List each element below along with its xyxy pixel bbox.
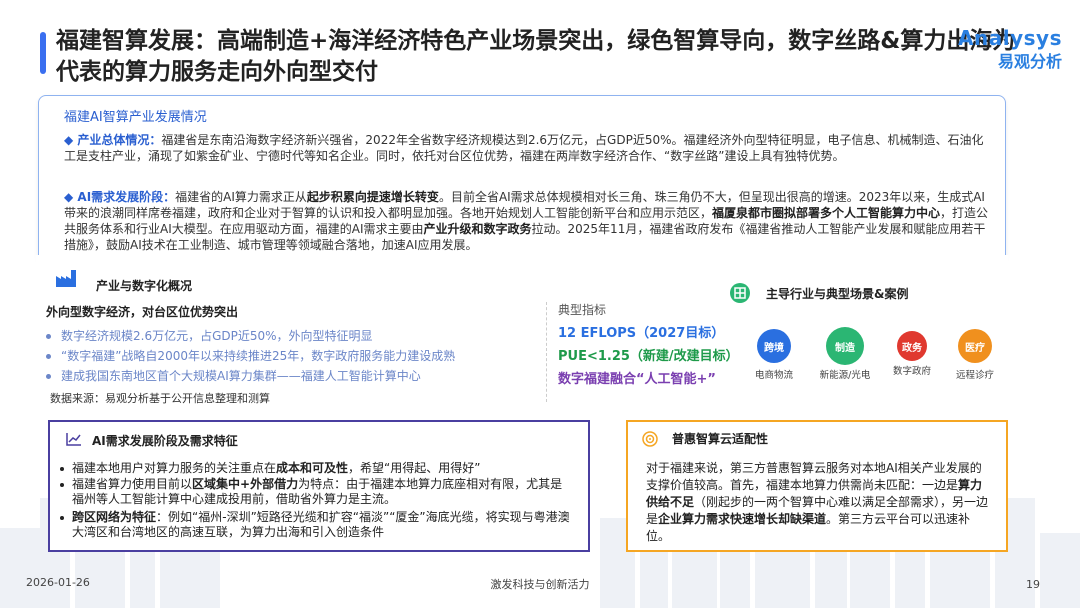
demand-b1-text-end: ，希望“用得起、用得好” bbox=[348, 461, 481, 475]
page-title: 福建智算发展：高端制造+海洋经济特色产业场景突出，绿色智算导向，数字丝路&算力出… bbox=[56, 28, 1016, 85]
indicators-heading: 典型指标 bbox=[558, 303, 607, 317]
cloud-text-a: 对于福建来说，第三方普惠智算云服务对本地AI相关产业发展的支撑价值较高。首先，福… bbox=[646, 461, 982, 492]
overview-p2-heading: ◆ AI需求发展阶段： bbox=[64, 190, 176, 204]
industry-bullet: 数字经济规模2.6万亿元，占GDP近50%，外向型特征明显 bbox=[46, 327, 373, 344]
demand-bullet-2: 福建省算力使用目前以区域集中+外部借力为特点：由于福建本地算力底座相对有限，尤其… bbox=[60, 477, 572, 507]
factory-icon bbox=[56, 270, 76, 287]
overview-p1-text: 福建省是东南沿海数字经济新兴强省，2022年全省数字经济规模达到2.6万亿元，占… bbox=[64, 133, 984, 163]
overview-p2-text-a: 福建省的AI算力需求正从 bbox=[175, 190, 307, 204]
demand-b2-bold: 区域集中+外部借力 bbox=[192, 477, 299, 491]
demand-bullet-3: 跨区网络为特征：例如“福州-深圳”短路径光缆和扩容“福淡”“厦金”海底光缆，将实… bbox=[60, 510, 572, 540]
scene-label-crossborder: 电商物流 bbox=[754, 370, 793, 381]
target-icon bbox=[642, 431, 658, 447]
analysys-logo: Analysys 易观分析 bbox=[958, 26, 1062, 72]
section-divider bbox=[546, 302, 547, 402]
indicator-pue: PUE<1.25（新建/改建目标） bbox=[558, 349, 739, 364]
industry-bullet-text: 建成我国东南地区首个大规模AI算力集群——福建人工智能计算中心 bbox=[61, 369, 421, 383]
demand-bullet-1: 福建本地用户对算力服务的关注重点在成本和可及性，希望“用得起、用得好” bbox=[60, 461, 572, 476]
cloud-bold-b: 企业算力需求快速增长却缺渠道 bbox=[658, 512, 827, 526]
industry-bullet-text: “数字福建”战略自2000年以来持续推进25年，数字政府服务能力建设成熟 bbox=[61, 349, 456, 363]
overview-p2-bold-b: 福厦泉都市圈拟部署多个人工智能算力中心 bbox=[712, 206, 941, 220]
cloud-text: 对于福建来说，第三方普惠智算云服务对本地AI相关产业发展的支撑价值较高。首先，福… bbox=[646, 460, 990, 545]
title-accent-bar bbox=[40, 32, 46, 74]
scene-label-medical: 远程诊疗 bbox=[955, 370, 994, 381]
industry-bullet-text: 数字经济规模2.6万亿元，占GDP近50%，外向型特征明显 bbox=[61, 329, 373, 343]
overview-p2-bold-a: 起步积累向提速增长转变 bbox=[306, 190, 439, 204]
data-source-note: 数据来源：易观分析基于公开信息整理和测算 bbox=[50, 392, 270, 405]
industries-heading: 主导行业与典型场景&案例 bbox=[766, 287, 909, 301]
scene-circle-medical: 医疗 bbox=[958, 329, 992, 363]
grid-icon bbox=[730, 283, 750, 303]
indicator-compute: 12 EFLOPS（2027目标） bbox=[558, 326, 725, 341]
demand-b2-text: 福建省算力使用目前以 bbox=[72, 477, 193, 491]
scene-circle-manufacturing: 制造 bbox=[826, 327, 864, 365]
overview-paragraph-industry: ◆ 产业总体情况：福建省是东南沿海数字经济新兴强省，2022年全省数字经济规模达… bbox=[64, 132, 994, 164]
scene-label-manufacturing: 新能源/光电 bbox=[819, 370, 871, 381]
overview-title: 福建AI智算产业发展情况 bbox=[64, 110, 207, 125]
industry-bullet: “数字福建”战略自2000年以来持续推进25年，数字政府服务能力建设成熟 bbox=[46, 347, 455, 364]
scene-circle-crossborder: 跨境 bbox=[757, 329, 791, 363]
indicator-digital-fujian: 数字福建融合“人工智能+” bbox=[558, 372, 716, 387]
cloud-heading: 普惠智算云适配性 bbox=[672, 432, 769, 446]
logo-english: Analysys bbox=[958, 26, 1062, 50]
overview-paragraph-demand: ◆ AI需求发展阶段：福建省的AI算力需求正从起步积累向提速增长转变。目前全省A… bbox=[64, 189, 994, 253]
demand-b1-text: 福建本地用户对算力服务的关注重点在 bbox=[72, 461, 277, 475]
page-number: 19 bbox=[1026, 578, 1040, 591]
industry-heading: 产业与数字化概况 bbox=[96, 279, 193, 293]
demand-heading: AI需求发展阶段及需求特征 bbox=[92, 434, 238, 448]
industry-left-heading: 外向型数字经济，对台区位优势突出 bbox=[46, 305, 239, 319]
logo-chinese: 易观分析 bbox=[997, 52, 1062, 71]
overview-p1-heading: ◆ 产业总体情况： bbox=[64, 133, 162, 147]
trend-chart-icon bbox=[66, 433, 81, 446]
scene-circle-government: 政务 bbox=[897, 331, 927, 361]
scene-label-government: 数字政府 bbox=[892, 366, 931, 377]
demand-b1-bold: 成本和可及性 bbox=[276, 461, 349, 475]
footer-slogan: 激发科技与创新活力 bbox=[490, 578, 590, 591]
demand-b3-bold: 跨区网络为特征 bbox=[72, 510, 157, 524]
overview-p2-bold-c: 产业升级和数字政务 bbox=[423, 222, 532, 236]
industry-bullet: 建成我国东南地区首个大规模AI算力集群——福建人工智能计算中心 bbox=[46, 367, 421, 384]
